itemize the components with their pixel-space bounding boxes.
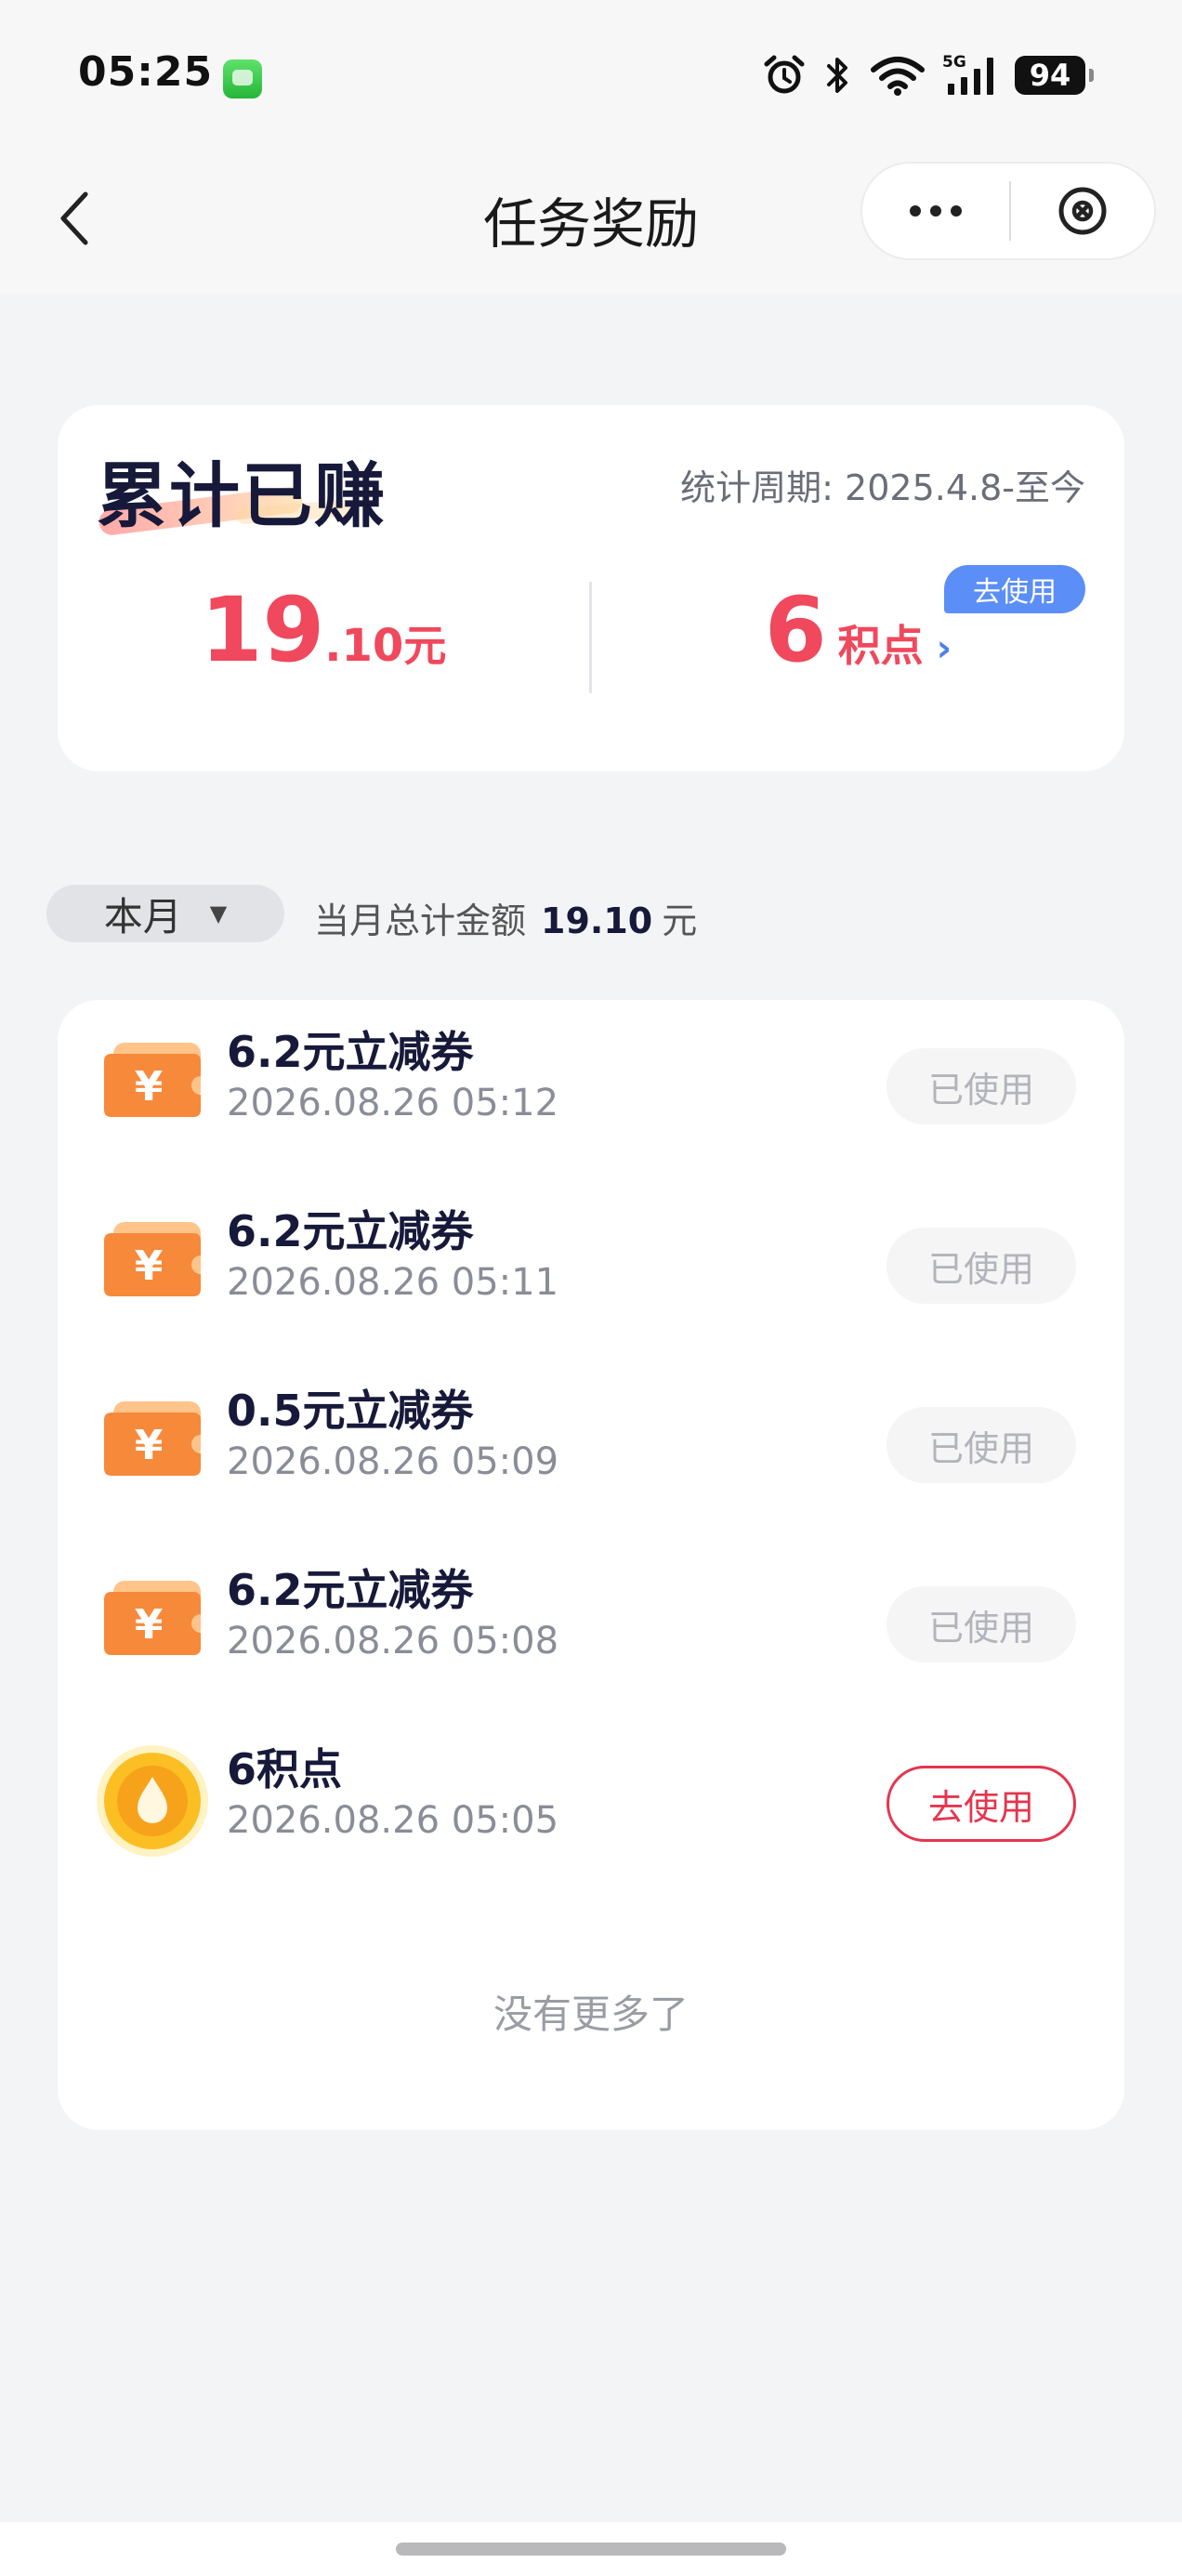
status-button[interactable]: 已使用	[886, 1586, 1076, 1663]
record-title: 6.2元立减券	[227, 1565, 474, 1615]
alarm-icon	[764, 55, 805, 94]
earnings-title: 累计已赚	[97, 454, 387, 537]
money-decimal: .10	[324, 620, 404, 672]
list-item: ¥ 6.2元立减券 2026.08.26 05:12 已使用	[58, 1000, 1124, 1179]
earnings-summary-card: 累计已赚 统计周期: 2025.4.8-至今 19.10元 6 积点 › 去使用	[58, 405, 1124, 771]
record-title: 6积点	[227, 1744, 343, 1794]
money-unit: 元	[403, 621, 447, 671]
list-item: ¥ 6.2元立减券 2026.08.26 05:08 已使用	[58, 1538, 1124, 1717]
use-points-badge[interactable]: 去使用	[944, 565, 1085, 613]
month-total: 当月总计金额 19.10 元	[314, 892, 697, 943]
bottom-area	[0, 2522, 1182, 2576]
wifi-icon	[871, 57, 925, 96]
record-time: 2026.08.26 05:08	[227, 1620, 559, 1663]
reward-records-list: ¥ 6.2元立减券 2026.08.26 05:12 已使用 ¥ 6.2元立减券…	[58, 1000, 1124, 2130]
list-item: ¥ 0.5元立减券 2026.08.26 05:09 已使用	[58, 1359, 1124, 1538]
total-money: 19.10元	[58, 578, 589, 682]
battery-indicator: 94	[1015, 56, 1094, 95]
status-icons: 5G 94	[762, 52, 1094, 99]
record-title: 6.2元立减券	[227, 1206, 474, 1256]
record-time: 2026.08.26 05:12	[227, 1082, 559, 1124]
more-button[interactable]	[862, 164, 1009, 258]
coupon-icon: ¥	[104, 1581, 201, 1655]
status-button[interactable]: 已使用	[886, 1407, 1076, 1483]
use-button[interactable]: 去使用	[886, 1766, 1076, 1842]
list-end-text: 没有更多了	[492, 1991, 689, 2037]
close-circle-icon	[1058, 187, 1107, 235]
svg-text:¥: ¥	[135, 1422, 164, 1469]
5g-signal-icon: 5G	[942, 53, 993, 95]
home-indicator[interactable]	[396, 2543, 786, 2556]
mini-program-capsule	[860, 162, 1156, 260]
network-label: 5G	[942, 53, 966, 72]
month-total-label: 当月总计金额	[314, 900, 527, 941]
stat-period: 统计周期: 2025.4.8-至今	[680, 467, 1085, 508]
earnings-title-block: 累计已赚	[97, 439, 394, 537]
month-label: 本月	[103, 893, 182, 940]
list-item: ¥ 6.2元立减券 2026.08.26 05:11 已使用	[58, 1179, 1124, 1359]
svg-text:¥: ¥	[135, 1601, 164, 1649]
status-button[interactable]: 已使用	[886, 1228, 1076, 1304]
bluetooth-icon	[827, 58, 847, 93]
record-time: 2026.08.26 05:11	[227, 1261, 559, 1304]
points-number: 6	[764, 578, 827, 682]
month-total-unit: 元	[662, 900, 698, 941]
record-time: 2026.08.26 05:09	[227, 1440, 559, 1483]
messages-app-icon	[223, 59, 262, 99]
status-bar: 05:25 5G 94	[0, 0, 1182, 149]
month-total-amount: 19.10	[541, 900, 653, 941]
points-drop-icon	[97, 1745, 208, 1857]
list-item: 6积点 2026.08.26 05:05 去使用	[58, 1717, 1124, 1897]
coupon-icon: ¥	[104, 1401, 201, 1476]
status-time: 05:25	[78, 48, 214, 96]
nav-bar: 任务奖励	[0, 149, 1182, 294]
close-button[interactable]	[1011, 164, 1154, 258]
coupon-icon: ¥	[104, 1222, 201, 1296]
status-button[interactable]: 已使用	[886, 1048, 1076, 1124]
coupon-icon: ¥	[104, 1043, 201, 1117]
money-integer: 19	[200, 578, 325, 682]
svg-text:¥: ¥	[135, 1063, 164, 1111]
more-dots-icon	[910, 205, 962, 217]
record-title: 0.5元立减券	[227, 1386, 474, 1436]
record-title: 6.2元立减券	[227, 1027, 474, 1077]
chevron-right-icon: ›	[936, 627, 952, 670]
month-selector[interactable]: 本月 ▼	[46, 885, 284, 942]
points-unit: 积点	[837, 621, 924, 671]
svg-text:¥: ¥	[135, 1242, 164, 1290]
record-time: 2026.08.26 05:05	[227, 1799, 559, 1842]
dropdown-arrow-icon: ▼	[209, 900, 228, 927]
